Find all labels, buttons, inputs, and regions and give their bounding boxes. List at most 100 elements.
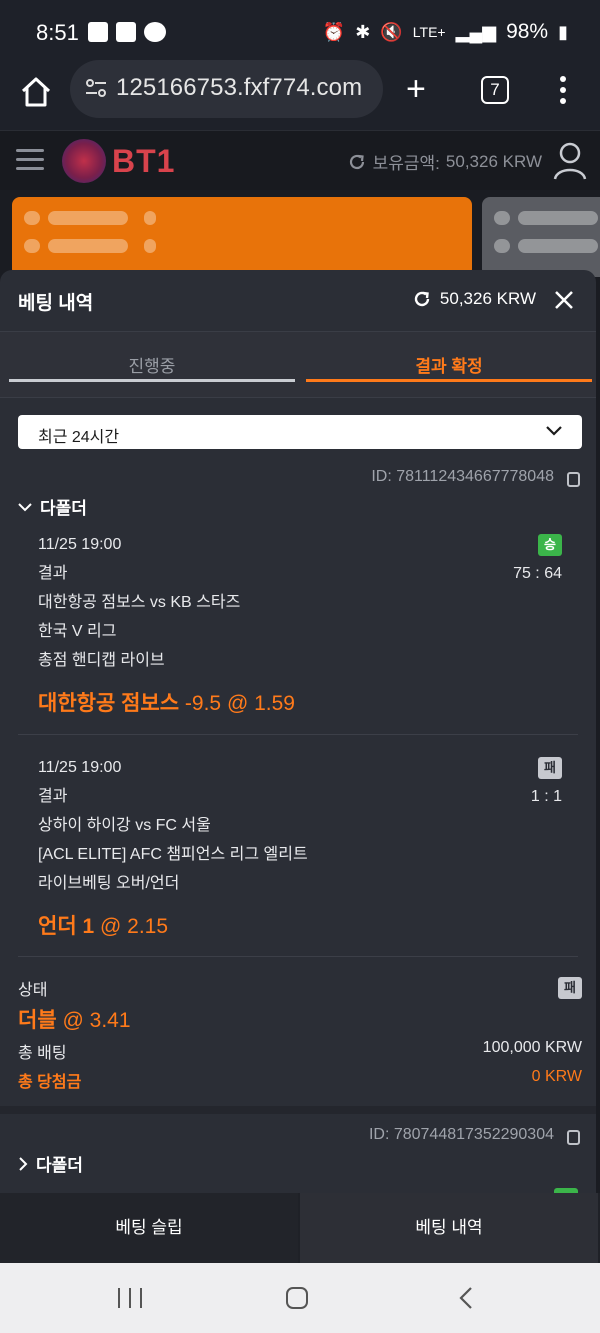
site-header: BT1 보유금액: 50,326 KRW — [0, 130, 600, 190]
status-row: 상태 패 — [18, 976, 582, 1000]
bet-type-toggle[interactable]: 다폴더 — [18, 494, 87, 519]
leg-pick-name: 대한항공 점보스 — [38, 692, 180, 715]
bet-history-tab[interactable]: 베팅 내역 — [300, 1193, 598, 1263]
background-banner — [12, 197, 472, 277]
logo-globe-icon — [62, 139, 106, 183]
system-nav-bar — [0, 1263, 600, 1333]
home-nav-icon[interactable] — [286, 1287, 308, 1309]
total-bet-label: 총 배팅 — [18, 1045, 67, 1062]
home-icon[interactable] — [18, 74, 54, 110]
browser-menu-icon[interactable] — [560, 76, 568, 106]
leg-score: 1 : 1 — [530, 788, 562, 805]
bet-separator — [0, 1106, 596, 1114]
bet-id-row: ID: 780744817352290304 — [369, 1125, 582, 1145]
leg-divider — [18, 734, 578, 735]
signal-icon: ▂▄▆ — [455, 21, 497, 42]
talk-icon — [144, 22, 166, 42]
battery-level: 98% — [506, 20, 549, 43]
chevron-right-icon — [19, 1156, 28, 1171]
bet-slip-tab[interactable]: 베팅 슬립 — [0, 1193, 298, 1263]
leg-datetime: 11/25 19:00 — [38, 536, 122, 553]
tab-in-progress[interactable]: 진행중 — [9, 352, 295, 377]
background-banner-2 — [482, 197, 600, 277]
bet-type: 다폴더 — [40, 499, 87, 518]
leg-divider — [18, 956, 578, 957]
total-bet-row: 총 배팅 100,000 KRW — [18, 1039, 582, 1063]
leg-pick-odds: -9.5 @ 1.59 — [184, 692, 295, 715]
leg-datetime: 11/25 19:00 — [38, 759, 122, 776]
chevron-down-icon — [546, 426, 562, 436]
leg-result-label: 결과 — [38, 565, 68, 582]
result-badge-win: 승 — [538, 534, 562, 556]
leg-match: 상하이 하이강 vs FC 서울 — [38, 817, 211, 834]
bet-type: 다폴더 — [36, 1156, 83, 1175]
b-app-icon — [116, 22, 136, 42]
recent-apps-icon[interactable] — [118, 1288, 142, 1308]
leg-market: 라이브베팅 오버/언더 — [38, 875, 180, 892]
panel-title: 베팅 내역 — [18, 293, 94, 314]
combo-odds: @ 3.41 — [62, 1009, 131, 1032]
new-tab-button[interactable]: + — [406, 72, 426, 106]
leg-pick-name: 언더 1 — [38, 915, 95, 938]
tab-switcher-button[interactable]: 7 — [481, 76, 509, 104]
leg-pick: 언더 1 @ 2.15 — [38, 910, 562, 940]
total-win-value: 0 KRW — [531, 1068, 582, 1085]
combo-row: 더블 @ 3.41 — [18, 1004, 582, 1034]
panel-header: 베팅 내역 50,326 KRW — [0, 270, 596, 332]
panel-balance: 50,326 KRW — [412, 289, 536, 309]
period-select-value: 최근 24시간 — [38, 429, 120, 446]
status-bar: 8:51 ⏰ ✱ 🔇 LTE+ ▂▄▆ 98% ▮ — [0, 0, 600, 64]
hamburger-menu-icon[interactable] — [16, 149, 44, 171]
balance-label: 보유금액: — [372, 154, 440, 173]
copy-icon[interactable] — [562, 1125, 582, 1145]
gallery-icon — [88, 22, 108, 42]
combo-name: 더블 — [18, 1009, 57, 1032]
status-time: 8:51 — [36, 20, 79, 45]
site-logo[interactable]: BT1 — [62, 139, 180, 183]
header-balance: 보유금액: 50,326 KRW — [347, 149, 542, 174]
logo-text: BT1 — [112, 143, 176, 179]
bluetooth-icon: ✱ — [355, 21, 371, 42]
total-win-label: 총 당첨금 — [18, 1074, 82, 1091]
bottom-tab-bar: 베팅 슬립 베팅 내역 — [0, 1193, 600, 1263]
bet-leg: 11/25 19:00 승 결과 75 : 64 대한항공 점보스 vs KB … — [38, 530, 562, 717]
leg-market: 총점 핸디캡 라이브 — [38, 652, 165, 669]
bet-id: ID: 781112434667778048 — [371, 468, 554, 485]
close-icon[interactable] — [554, 290, 574, 310]
site-settings-icon[interactable] — [84, 76, 108, 100]
leg-score: 75 : 64 — [513, 565, 562, 582]
back-icon[interactable] — [458, 1287, 474, 1309]
leg-pick: 대한항공 점보스 -9.5 @ 1.59 — [38, 687, 562, 717]
address-bar[interactable]: 125166753.fxf774.com — [70, 60, 383, 118]
leg-result-label: 결과 — [38, 788, 68, 805]
total-win-row: 총 당첨금 0 KRW — [18, 1068, 582, 1092]
result-badge-lose: 패 — [538, 757, 562, 779]
leg-match: 대한항공 점보스 vs KB 스타즈 — [38, 594, 241, 611]
bet-leg: 11/25 19:00 패 결과 1 : 1 상하이 하이강 vs FC 서울 … — [38, 753, 562, 940]
total-bet-value: 100,000 KRW — [482, 1039, 582, 1056]
status-badge: 패 — [558, 977, 582, 999]
tab-indicator-active — [306, 379, 592, 382]
leg-pick-odds: @ 2.15 — [100, 915, 169, 938]
leg-league: [ACL ELITE] AFC 챔피언스 리그 엘리트 — [38, 846, 308, 863]
status-label: 상태 — [18, 982, 48, 999]
bet-id: ID: 780744817352290304 — [368, 1126, 554, 1143]
bet-type-toggle[interactable]: 다폴더 — [18, 1151, 83, 1176]
status-right: ⏰ ✱ 🔇 LTE+ ▂▄▆ 98% ▮ — [323, 20, 568, 44]
leg-league: 한국 V 리그 — [38, 623, 117, 640]
browser-toolbar: 125166753.fxf774.com + 7 — [0, 60, 600, 130]
alarm-icon: ⏰ — [322, 21, 346, 42]
tab-settled[interactable]: 결과 확정 — [306, 352, 592, 377]
balance-value: 50,326 KRW — [445, 151, 542, 171]
notification-icons — [88, 22, 166, 42]
user-icon[interactable] — [552, 141, 588, 181]
panel-balance-value: 50,326 KRW — [439, 289, 536, 308]
refresh-icon[interactable] — [412, 289, 432, 309]
copy-icon[interactable] — [562, 467, 582, 487]
url-text: 125166753.fxf774.com — [116, 74, 363, 101]
tab-indicator-inactive — [9, 379, 295, 382]
period-select[interactable]: 최근 24시간 — [18, 415, 582, 449]
status-tabs: 진행중 결과 확정 — [0, 332, 596, 398]
refresh-icon[interactable] — [347, 152, 367, 172]
chevron-down-icon — [18, 502, 32, 511]
